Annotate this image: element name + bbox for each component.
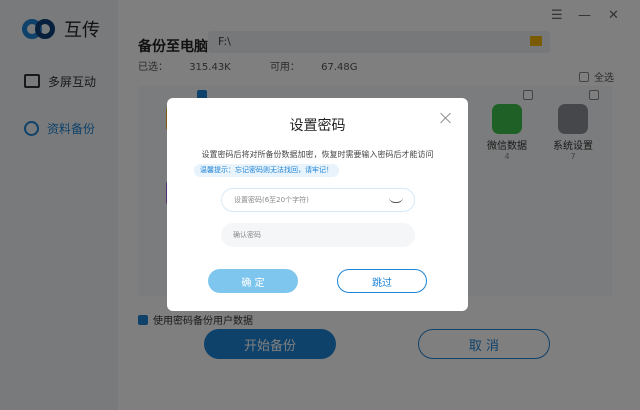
confirm-button[interactable]: 确 定 — [208, 269, 298, 293]
confirm-password-field[interactable]: 确认密码 — [221, 223, 415, 247]
skip-button[interactable]: 跳过 — [337, 269, 427, 293]
close-icon[interactable] — [440, 112, 452, 124]
set-password-dialog: 设置密码 设置密码后将对所备份数据加密，恢复时需要输入密码后才能访问 温馨提示：… — [167, 98, 468, 311]
eye-closed-icon[interactable] — [389, 197, 403, 203]
confirm-placeholder: 确认密码 — [233, 231, 261, 239]
password-placeholder: 设置密码(6至20个字符) — [234, 196, 309, 204]
dialog-tip: 温馨提示：忘记密码则无法找回，请牢记！ — [194, 164, 339, 177]
password-field[interactable]: 设置密码(6至20个字符) — [221, 188, 415, 212]
dialog-title: 设置密码 — [289, 118, 346, 134]
dialog-description: 设置密码后将对所备份数据加密，恢复时需要输入密码后才能访问 — [201, 150, 434, 159]
